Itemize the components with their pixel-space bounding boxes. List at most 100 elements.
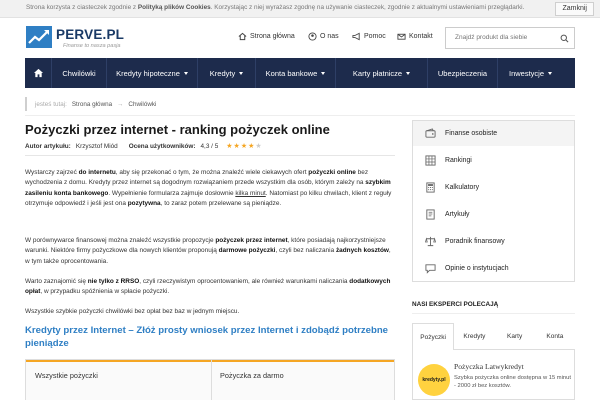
nav-home[interactable] bbox=[25, 58, 52, 88]
sidebar-item-kalkulatory[interactable]: Kalkulatory bbox=[413, 175, 574, 200]
breadcrumb-item-home[interactable]: Strona główna bbox=[72, 101, 112, 108]
nav-item-label: Inwestycje bbox=[508, 68, 544, 78]
book-icon bbox=[426, 209, 435, 220]
chevron-down-icon bbox=[183, 71, 188, 75]
nav-item-label: Karty płatnicze bbox=[352, 68, 403, 78]
title-divider bbox=[25, 155, 395, 156]
chat-icon bbox=[425, 264, 436, 274]
paragraph-rrso: Warto zaznajomić się nie tylko z RRSO, c… bbox=[25, 277, 397, 298]
author-name: Krzysztof Miód bbox=[75, 143, 118, 150]
star-icon[interactable]: ★ bbox=[241, 143, 247, 150]
text-run: . Wypełnienie formularza zajmuje dosłown… bbox=[108, 189, 236, 197]
article-meta: Autor artykułu: Krzysztof Miód Ocena uży… bbox=[25, 143, 262, 150]
nav-item-konta-bankowe[interactable]: Konta bankowe bbox=[256, 58, 336, 88]
tab-divider bbox=[211, 360, 212, 400]
sidebar-item-artykuly[interactable]: Artykuły bbox=[413, 202, 574, 227]
sidebar-item-opinie[interactable]: Opinie o instytucjach bbox=[413, 256, 574, 281]
sidebar-item-label: Poradnik finansowy bbox=[445, 238, 505, 245]
main-nav: Chwilówki Kredyty hipoteczne Kredyty Kon… bbox=[25, 58, 575, 88]
cookie-text-rest: . Korzystając z niej wyrażasz zgodnę na … bbox=[210, 4, 525, 11]
text-run: , to zaraz potem przelewane są pieniądze… bbox=[160, 200, 282, 208]
rating-stars[interactable]: ★ ★ ★ ★ ★ bbox=[226, 143, 261, 150]
sidebar-menu: Finanse osobiste Rankingi Kalkulatory Ar… bbox=[412, 120, 575, 282]
top-link-home[interactable]: Strona główna bbox=[238, 32, 295, 41]
sidebar-item-label: Rankingi bbox=[445, 157, 472, 164]
section-heading: Kredyty przez Internet – Złóż prosty wni… bbox=[25, 325, 389, 349]
text-bold: pożyczek przez internet bbox=[215, 237, 288, 244]
cookie-notice: Strona korzysta z ciasteczek zgodnie z P… bbox=[26, 4, 524, 11]
sidebar-item-rankingi[interactable]: Rankingi bbox=[413, 148, 574, 173]
offer-description: Szybka pożyczka online dostępna w 15 min… bbox=[454, 375, 571, 390]
paragraph-intro: Wystarczy zajrzeć do internetu, aby się … bbox=[25, 168, 397, 210]
nav-item-label: Chwilówki bbox=[62, 68, 96, 78]
top-link-contact[interactable]: Kontakt bbox=[397, 32, 433, 41]
logo-chart-icon[interactable] bbox=[26, 26, 52, 48]
chevron-down-icon bbox=[406, 71, 411, 75]
text-bold: do internetu bbox=[78, 169, 116, 176]
calculator-icon bbox=[426, 182, 435, 193]
cookie-policy-link[interactable]: Polityką plików Cookies bbox=[138, 4, 211, 11]
text-bold: pożyczki online bbox=[308, 169, 356, 176]
offer-title[interactable]: Pożyczka Latwykredyt bbox=[454, 362, 524, 371]
nav-item-label: Kredyty bbox=[209, 68, 236, 78]
logo-name[interactable]: PERVE.PL bbox=[56, 27, 124, 42]
logo-tagline: Finanse to nasza pasja bbox=[63, 43, 121, 49]
scales-icon bbox=[425, 236, 436, 247]
user-icon bbox=[308, 32, 317, 41]
nav-item-inwestycje[interactable]: Inwestycje bbox=[498, 58, 563, 88]
nav-item-ubezpieczenia[interactable]: Ubezpieczenia bbox=[428, 58, 498, 88]
text-run: Warto zaznajomić się bbox=[25, 278, 88, 285]
top-link-about[interactable]: O nas bbox=[308, 32, 339, 41]
star-icon[interactable]: ★ bbox=[234, 143, 240, 150]
tab-karty[interactable]: Karty bbox=[494, 323, 535, 350]
paragraph-comparison: W porównywarce finansowej można znaleźć … bbox=[25, 236, 397, 267]
nav-item-kredyty[interactable]: Kredyty bbox=[198, 58, 256, 88]
text-underlined: kilka minut bbox=[235, 189, 266, 197]
author-label: Autor artykułu: bbox=[25, 143, 71, 150]
nav-item-karty-platnicze[interactable]: Karty płatnicze bbox=[336, 58, 428, 88]
tab-kredyty[interactable]: Kredyty bbox=[454, 323, 495, 350]
tab-pozyczki[interactable]: Pożyczki bbox=[412, 323, 455, 350]
cookie-close-button[interactable]: Zamknij bbox=[555, 2, 594, 16]
active-tab-indicator bbox=[26, 360, 394, 362]
megaphone-icon bbox=[352, 32, 360, 41]
sidebar-item-label: Kalkulatory bbox=[445, 184, 480, 191]
text-bold: darmowe pożyczki bbox=[218, 247, 276, 255]
top-link-label: Kontakt bbox=[409, 33, 433, 40]
sidebar-item-finanse-osobiste[interactable]: Finanse osobiste bbox=[413, 121, 574, 146]
sidebar-item-label: Opinie o instytucjach bbox=[445, 265, 509, 272]
tab-konta[interactable]: Konta bbox=[534, 323, 575, 350]
star-icon[interactable]: ★ bbox=[226, 143, 232, 150]
chevron-down-icon bbox=[321, 71, 326, 75]
top-link-label: Pomoc bbox=[364, 33, 386, 40]
chevron-down-icon bbox=[239, 71, 244, 75]
rating-label: Ocena użytkowników: bbox=[128, 143, 196, 150]
breadcrumb-separator: → bbox=[117, 100, 124, 108]
tab-wszystkie-pozyczki[interactable]: Wszystkie pożyczki bbox=[35, 371, 98, 380]
sidebar-item-poradnik[interactable]: Poradnik finansowy bbox=[413, 229, 574, 254]
text-run: , w przypadku spóźnienia w spłacie pożyc… bbox=[40, 288, 170, 296]
wallet-icon bbox=[425, 128, 436, 138]
nav-item-label: Ubezpieczenia bbox=[437, 68, 488, 78]
tab-pozyczka-za-darmo[interactable]: Pożyczka za darmo bbox=[220, 371, 284, 380]
sidebar-item-label: Finanse osobiste bbox=[445, 130, 498, 137]
star-icon[interactable]: ★ bbox=[255, 143, 261, 150]
experts-label: NASI EKSPERCI POLECAJĄ bbox=[412, 301, 499, 308]
nav-item-kredyty-hipoteczne[interactable]: Kredyty hipoteczne bbox=[107, 58, 198, 88]
text-run: W porównywarce finansowej można znaleźć … bbox=[25, 237, 216, 244]
top-link-help[interactable]: Pomoc bbox=[352, 32, 386, 41]
search-input[interactable] bbox=[455, 34, 555, 41]
top-link-label: O nas bbox=[320, 33, 339, 40]
nav-item-chwilowki[interactable]: Chwilówki bbox=[52, 58, 107, 88]
search-icon[interactable] bbox=[560, 34, 569, 43]
text-bold: żadnych kosztów bbox=[335, 247, 389, 255]
breadcrumb-divider bbox=[25, 115, 575, 116]
rating-value: 4,3 / 5 bbox=[200, 143, 219, 150]
page-title: Pożyczki przez internet - ranking pożycz… bbox=[25, 122, 330, 137]
grid-icon bbox=[425, 155, 436, 166]
offer-card[interactable]: kredyty.pl Pożyczka Latwykredyt Szybka p… bbox=[412, 350, 575, 400]
sidebar-item-label: Artykuły bbox=[445, 211, 470, 218]
nav-item-label: Kredyty hipoteczne bbox=[116, 68, 180, 78]
star-icon[interactable]: ★ bbox=[248, 143, 254, 150]
breadcrumb-item-current: Chwilówki bbox=[128, 100, 157, 108]
